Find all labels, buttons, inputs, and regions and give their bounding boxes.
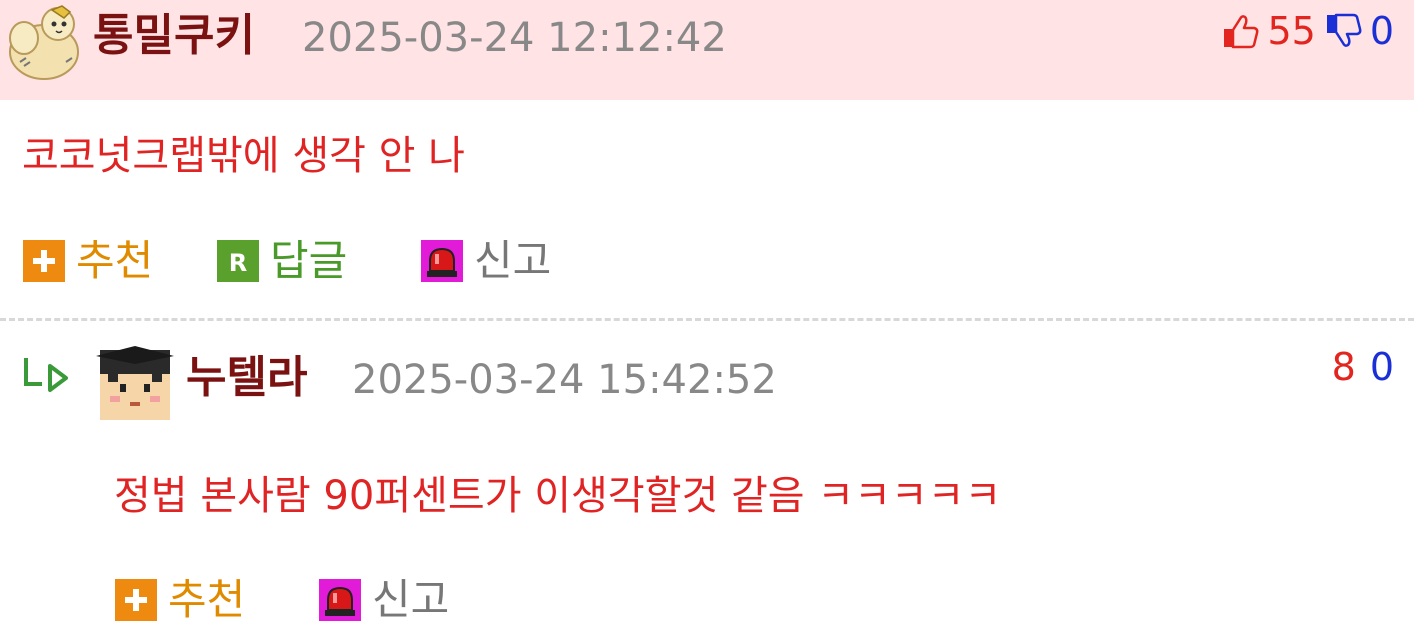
reply-timestamp: 2025-03-24 15:42:52 [352, 357, 777, 403]
comment-text: 코코넛크랩밖에 생각 안 나 [22, 133, 465, 179]
reply-arrow-icon [20, 354, 74, 394]
thumbs-down-icon[interactable] [1324, 11, 1364, 51]
report-label: 신고 [474, 236, 552, 285]
report-label: 신고 [372, 575, 450, 624]
reply-downvote-count[interactable]: 0 [1370, 344, 1394, 390]
reply-report-button[interactable]: 신고 [318, 573, 449, 627]
reply-button[interactable]: R 답글 [216, 234, 347, 288]
plus-icon [22, 239, 66, 283]
downvote-count: 0 [1369, 9, 1394, 53]
reply-votes: 8 0 [1332, 344, 1394, 390]
comment-timestamp: 2025-03-24 12:12:42 [302, 15, 727, 61]
report-button[interactable]: 신고 [420, 234, 551, 288]
comment-divider [0, 318, 1414, 321]
reply-author[interactable]: 누텔라 [186, 350, 307, 406]
comment-votes: 55 0 [1221, 8, 1394, 54]
plus-icon [114, 578, 158, 622]
recommend-label: 추천 [76, 236, 154, 285]
comment-author[interactable]: 통밀쿠키 [93, 8, 255, 64]
hamster-avatar-icon[interactable] [2, 2, 86, 82]
recommend-label: 추천 [168, 575, 246, 624]
r-icon: R [216, 239, 260, 283]
reply-text: 정법 본사람 90퍼센트가 이생각할것 같음 ㅋㅋㅋㅋㅋ [114, 473, 1002, 519]
upvote-count: 55 [1267, 9, 1316, 53]
svg-text:R: R [229, 249, 247, 277]
reply-recommend-button[interactable]: 추천 [114, 573, 245, 627]
comment-header: 통밀쿠키 2025-03-24 12:12:42 55 0 [0, 0, 1414, 100]
siren-icon [318, 578, 362, 622]
thumbs-up-icon[interactable] [1221, 11, 1261, 51]
siren-icon [420, 239, 464, 283]
recommend-button[interactable]: 추천 [22, 234, 153, 288]
graduate-avatar-icon[interactable] [94, 344, 176, 422]
reply-label: 답글 [270, 236, 348, 285]
reply-upvote-count[interactable]: 8 [1332, 344, 1356, 390]
